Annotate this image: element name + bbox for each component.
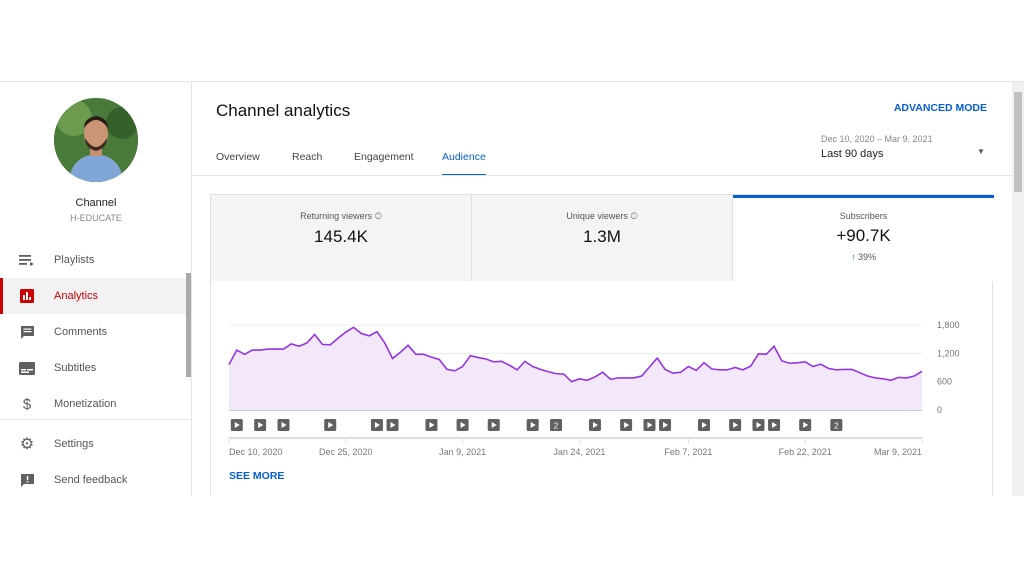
sidebar-item-label: Subtitles xyxy=(54,362,97,374)
playlist-icon xyxy=(19,252,35,268)
x-tick-label: Feb 22, 2021 xyxy=(779,447,832,457)
advanced-mode-button[interactable]: ADVANCED MODE xyxy=(894,102,987,114)
y-tick-label: 600 xyxy=(937,377,952,387)
sidebar-item-playlists[interactable]: Playlists xyxy=(0,242,186,278)
tab-engagement[interactable]: Engagement xyxy=(354,151,414,174)
sidebar-scrollbar[interactable] xyxy=(186,273,191,377)
x-tick-label: Dec 10, 2020 xyxy=(229,447,283,457)
tab-overview[interactable]: Overview xyxy=(216,151,260,174)
sidebar-item-label: Playlists xyxy=(54,254,95,266)
clock-icon: 🕓︎ xyxy=(374,211,382,221)
metric-label: Unique viewers xyxy=(566,211,628,221)
channel-name: H-EDUCATE xyxy=(70,213,122,223)
video-marker-count: 2 xyxy=(834,422,839,431)
metric-unique-viewers[interactable]: Unique viewers 🕓︎ 1.3M xyxy=(472,195,733,281)
tab-reach[interactable]: Reach xyxy=(292,151,322,174)
arrow-up-icon: ↑ xyxy=(850,252,856,262)
sidebar-item-label: Monetization xyxy=(54,398,117,410)
area-fill xyxy=(229,327,922,410)
subtitles-icon xyxy=(19,360,35,376)
video-marker-count: 2 xyxy=(554,422,559,431)
channel-label: Channel xyxy=(75,197,117,209)
x-tick-label: Feb 7, 2021 xyxy=(664,447,712,457)
metric-returning-viewers[interactable]: Returning viewers 🕓︎ 145.4K xyxy=(211,195,472,281)
sidebar-item-send-feedback[interactable]: Send feedback xyxy=(0,462,186,496)
analytics-icon xyxy=(19,288,35,304)
page-title: Channel analytics xyxy=(216,101,351,120)
y-tick-label: 0 xyxy=(937,405,942,415)
sidebar-item-monetization[interactable]: $ Monetization xyxy=(0,386,186,422)
sidebar-item-comments[interactable]: Comments xyxy=(0,314,186,350)
sidebar-item-subtitles[interactable]: Subtitles xyxy=(0,350,186,386)
sidebar: Channel H-EDUCATE Playlists Analytics Co… xyxy=(0,82,192,496)
sidebar-divider xyxy=(0,419,191,420)
sidebar-item-label: Settings xyxy=(54,438,94,450)
studio-app: Channel H-EDUCATE Playlists Analytics Co… xyxy=(0,81,1024,496)
metric-value: +90.7K xyxy=(836,226,891,245)
header-divider xyxy=(192,175,1012,176)
sidebar-item-settings[interactable]: ⚙ Settings xyxy=(0,426,186,462)
date-range-dates: Dec 10, 2020 – Mar 9, 2021 xyxy=(821,134,933,144)
metric-subscribers[interactable]: Subscribers +90.7K ↑ 39% xyxy=(733,195,994,281)
subscribers-chart: 0 600 1,200 1,800 2 2 Dec 10, 2020 Dec 25, 2020… xyxy=(228,320,960,457)
metric-label: Subscribers xyxy=(839,211,888,221)
channel-avatar[interactable] xyxy=(54,98,138,182)
y-tick-label: 1,200 xyxy=(937,348,960,358)
metrics-card: Returning viewers 🕓︎ 145.4K Unique viewe… xyxy=(210,194,994,496)
see-more-link[interactable]: SEE MORE xyxy=(229,470,284,482)
gear-icon: ⚙ xyxy=(19,436,35,453)
x-tick-label: Dec 25, 2020 xyxy=(319,447,373,457)
feedback-icon xyxy=(19,472,35,488)
metric-value: 1.3M xyxy=(583,227,621,246)
sidebar-item-analytics[interactable]: Analytics xyxy=(0,278,186,314)
scrollbar-thumb[interactable] xyxy=(1014,92,1022,192)
sidebar-item-label: Analytics xyxy=(54,290,99,302)
sidebar-item-label: Send feedback xyxy=(54,474,128,486)
x-tick-label: Mar 9, 2021 xyxy=(874,447,922,457)
metric-value: 145.4K xyxy=(314,227,368,246)
sidebar-item-label: Comments xyxy=(54,326,108,338)
metric-label: Returning viewers xyxy=(300,211,373,221)
comments-icon xyxy=(19,324,35,340)
x-tick-label: Jan 24, 2021 xyxy=(553,447,605,457)
y-tick-label: 1,800 xyxy=(937,320,960,330)
page-scrollbar[interactable] xyxy=(1012,82,1024,496)
metric-delta: 39% xyxy=(858,252,877,262)
dollar-icon: $ xyxy=(22,395,32,413)
x-tick-label: Jan 9, 2021 xyxy=(439,447,486,457)
tab-audience[interactable]: Audience xyxy=(442,151,486,176)
clock-icon: 🕓︎ xyxy=(630,211,638,221)
date-range-label: Last 90 days xyxy=(821,148,884,160)
dropdown-caret-icon: ▼ xyxy=(977,147,985,156)
main-content: Channel analytics ADVANCED MODE Overview… xyxy=(192,82,1012,496)
